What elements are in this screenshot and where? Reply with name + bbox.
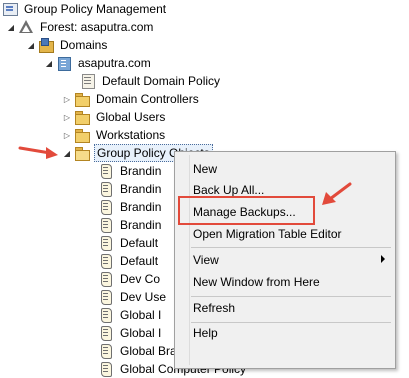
annotation-arrow-right: [322, 182, 352, 205]
annotation-arrow-left: [18, 146, 58, 159]
annotation-arrows: [18, 146, 352, 205]
